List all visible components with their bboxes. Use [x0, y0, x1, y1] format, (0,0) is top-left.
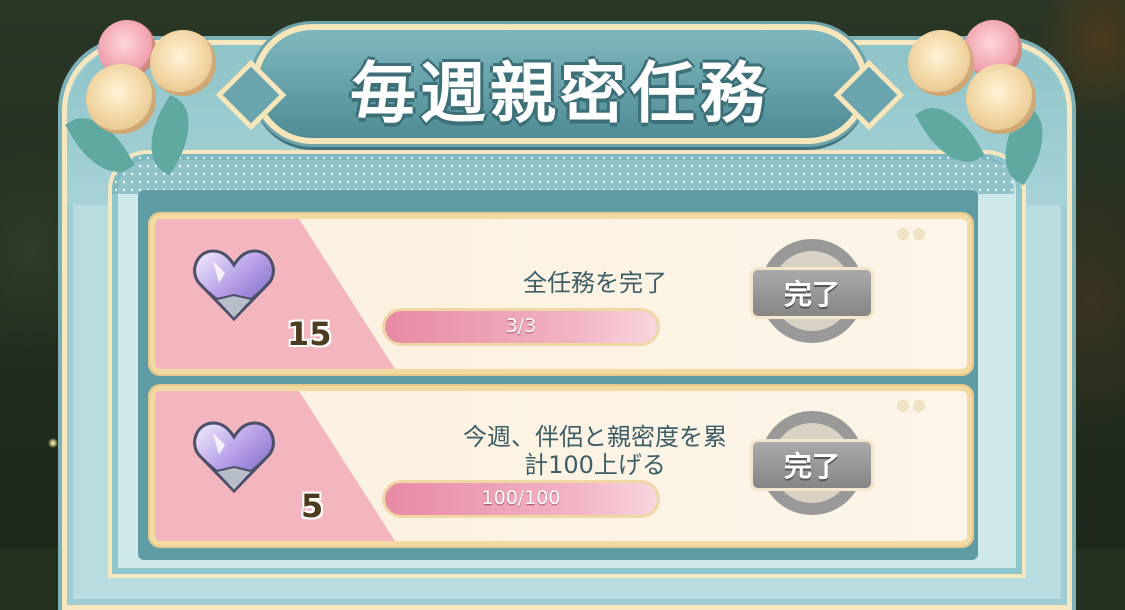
- reward-count: 5: [301, 487, 324, 525]
- complete-badge[interactable]: 完了: [750, 239, 874, 353]
- complete-button[interactable]: 完了: [750, 439, 874, 491]
- rose-icon: [966, 64, 1036, 134]
- task-card: 15 全任務を完了 3/3 完了: [150, 214, 972, 374]
- sparkle-icon: [48, 438, 58, 448]
- title-banner: 毎週親密任務: [232, 14, 888, 154]
- reward-count: 15: [287, 315, 332, 353]
- progress-text: 100/100: [481, 487, 561, 509]
- rose-icon: [908, 30, 974, 96]
- complete-badge[interactable]: 完了: [750, 411, 874, 525]
- progress-bar: 3/3: [385, 311, 657, 343]
- progress-text: 3/3: [505, 315, 537, 337]
- card-dots: [893, 397, 933, 412]
- crystal-heart-icon: [193, 249, 275, 322]
- card-dots: [893, 225, 933, 240]
- complete-button[interactable]: 完了: [750, 267, 874, 319]
- page-title: 毎週親密任務: [350, 55, 770, 132]
- panel-pattern: [112, 154, 1014, 194]
- crystal-heart-icon: [193, 421, 275, 494]
- progress-bar: 100/100: [385, 483, 657, 515]
- task-card: 5 今週、伴侶と親密度を累 計100上げる 100/100 完了: [150, 386, 972, 546]
- rose-icon: [86, 64, 156, 134]
- rose-icon: [150, 30, 216, 96]
